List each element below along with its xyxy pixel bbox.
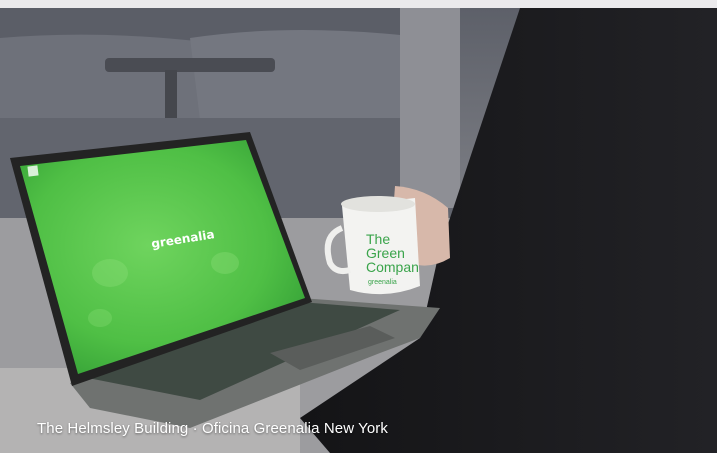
screen-corner-icon <box>27 165 39 177</box>
photo-frame: greenalia The Green Compan greenalia The… <box>0 8 717 453</box>
side-table <box>105 58 275 72</box>
svg-text:greenalia: greenalia <box>368 279 397 286</box>
office-photo: greenalia The Green Compan greenalia <box>0 8 717 453</box>
svg-text:Compan: Compan <box>366 259 419 275</box>
photo-caption: The Helmsley Building · Oficina Greenali… <box>37 420 388 437</box>
wall-pillar <box>400 8 460 208</box>
sofa-cushion-right <box>190 29 415 120</box>
